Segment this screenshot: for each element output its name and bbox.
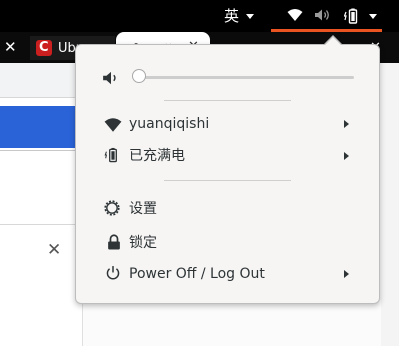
battery-status-label: 已充满电 bbox=[129, 148, 185, 164]
settings-item[interactable]: 设置 bbox=[76, 196, 379, 222]
system-status-area[interactable] bbox=[271, 0, 399, 32]
lock-icon bbox=[108, 234, 120, 250]
system-menu: yuanqiqishi 已充满电 设置 锁定 Power Off / Log O… bbox=[75, 44, 380, 304]
wifi-icon bbox=[287, 9, 303, 21]
page-content-panel bbox=[82, 300, 381, 346]
volume-slider-handle[interactable] bbox=[132, 69, 146, 83]
menu-pointer-inner bbox=[324, 37, 342, 46]
chevron-right-icon bbox=[344, 270, 349, 278]
gear-icon bbox=[104, 200, 120, 216]
battery-charging-icon bbox=[344, 8, 358, 24]
system-menu-chevron-down-icon bbox=[369, 14, 377, 19]
tab-close-icon[interactable]: ✕ bbox=[4, 40, 17, 55]
input-method-chevron-down-icon[interactable] bbox=[246, 14, 254, 19]
battery-item[interactable]: 已充满电 bbox=[76, 143, 379, 169]
wifi-icon bbox=[104, 118, 122, 132]
chevron-right-icon bbox=[344, 120, 349, 128]
wifi-network-label: yuanqiqishi bbox=[129, 116, 210, 132]
settings-label: 设置 bbox=[129, 201, 157, 217]
battery-icon bbox=[104, 147, 117, 163]
lock-label: 锁定 bbox=[129, 235, 157, 251]
page-scroll-area bbox=[380, 63, 399, 346]
page-header-banner bbox=[0, 106, 76, 148]
lock-item[interactable]: 锁定 bbox=[76, 230, 379, 256]
volume-low-icon bbox=[103, 71, 116, 85]
favicon-c-icon: C bbox=[36, 40, 52, 56]
top-panel: 英 bbox=[0, 0, 399, 32]
input-method-indicator[interactable]: 英 bbox=[224, 8, 239, 24]
separator bbox=[164, 180, 291, 181]
close-icon[interactable]: ✕ bbox=[47, 240, 61, 260]
volume-slider-track[interactable] bbox=[138, 76, 354, 79]
divider bbox=[0, 150, 76, 151]
power-off-label: Power Off / Log Out bbox=[129, 266, 265, 282]
power-icon bbox=[106, 266, 120, 280]
separator bbox=[164, 100, 291, 101]
chevron-right-icon bbox=[344, 152, 349, 160]
volume-muted-icon bbox=[315, 9, 329, 21]
wifi-network-item[interactable]: yuanqiqishi bbox=[76, 111, 379, 137]
power-off-item[interactable]: Power Off / Log Out bbox=[76, 261, 379, 287]
divider bbox=[0, 224, 82, 225]
